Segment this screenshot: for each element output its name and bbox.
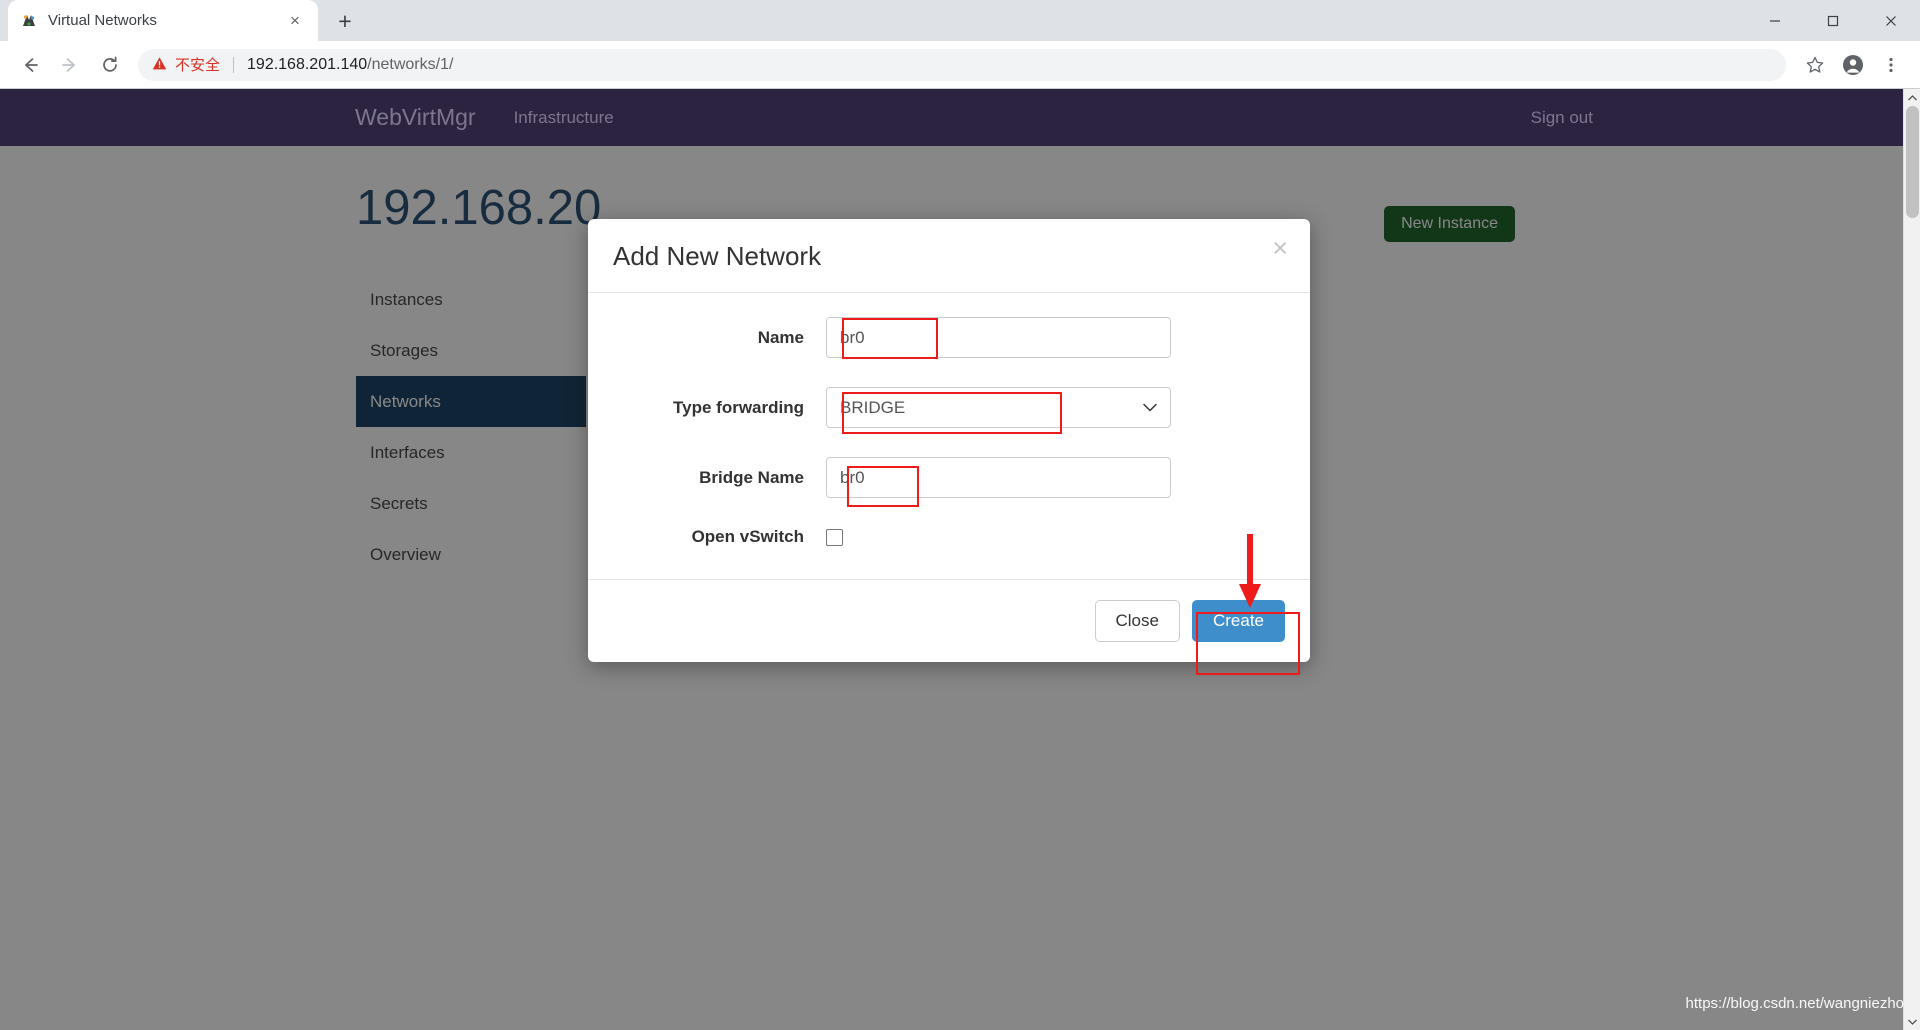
url-host: 192.168.201.140	[247, 55, 368, 73]
type-forwarding-select[interactable]: BRIDGE	[826, 387, 1171, 428]
app-navbar: WebVirtMgr Infrastructure Sign out	[0, 89, 1903, 146]
type-forwarding-select-wrapper: BRIDGE	[826, 387, 1171, 428]
reload-icon[interactable]	[92, 47, 128, 83]
page-viewport: WebVirtMgr Infrastructure Sign out 192.1…	[0, 89, 1920, 1030]
profile-avatar-icon[interactable]	[1836, 48, 1870, 82]
window-controls	[1746, 0, 1920, 41]
three-dot-menu-icon[interactable]	[1874, 48, 1908, 82]
tab-title: Virtual Networks	[48, 12, 157, 29]
brand-logo[interactable]: WebVirtMgr	[355, 104, 476, 131]
modal-title: Add New Network	[613, 241, 822, 271]
warning-triangle-icon	[152, 56, 167, 73]
close-icon[interactable]: ×	[1272, 235, 1288, 262]
browser-chrome: Virtual Networks × + 不安全 192.168.201.140…	[0, 0, 1920, 89]
close-button[interactable]: Close	[1094, 600, 1180, 643]
open-vswitch-label: Open vSwitch	[691, 527, 804, 546]
modal-body: Name Type forwarding BRIDGE Bridge Name	[588, 293, 1310, 579]
minimize-icon[interactable]	[1746, 0, 1804, 41]
sign-out-link[interactable]: Sign out	[1531, 108, 1593, 128]
new-tab-button[interactable]: +	[328, 4, 362, 38]
security-warning-label: 不安全	[175, 57, 221, 74]
tab-strip: Virtual Networks × +	[0, 0, 1920, 41]
modal-footer: Close Create	[588, 579, 1310, 662]
form-row-type-forwarding: Type forwarding BRIDGE	[613, 387, 1285, 428]
browser-tab[interactable]: Virtual Networks ×	[8, 0, 318, 41]
form-row-bridge-name: Bridge Name	[613, 457, 1285, 498]
vertical-scrollbar[interactable]	[1903, 89, 1920, 1030]
close-icon[interactable]	[1862, 0, 1920, 41]
star-icon[interactable]	[1798, 48, 1832, 82]
name-input[interactable]	[826, 317, 1171, 358]
bridge-name-label: Bridge Name	[699, 467, 804, 487]
form-row-open-vswitch: Open vSwitch	[613, 527, 1285, 547]
name-label: Name	[757, 327, 804, 347]
close-icon[interactable]: ×	[284, 10, 306, 32]
scroll-up-icon[interactable]	[1904, 89, 1920, 106]
url-path: /networks/1/	[367, 55, 454, 73]
url-text: 192.168.201.140/networks/1/	[247, 56, 453, 74]
nav-link-infrastructure[interactable]: Infrastructure	[514, 108, 614, 128]
forward-arrow-icon[interactable]	[52, 47, 88, 83]
back-arrow-icon[interactable]	[12, 47, 48, 83]
browser-toolbar: 不安全 192.168.201.140/networks/1/	[0, 41, 1920, 89]
add-network-modal: Add New Network × Name Type forwarding B…	[588, 219, 1310, 663]
create-button[interactable]: Create	[1191, 600, 1285, 643]
modal-header: Add New Network ×	[588, 219, 1310, 293]
omnibox-divider	[233, 56, 235, 73]
maximize-icon[interactable]	[1804, 0, 1862, 41]
webvirtmgr-favicon	[20, 12, 38, 30]
form-row-name: Name	[613, 317, 1285, 358]
bridge-name-input[interactable]	[826, 457, 1171, 498]
scrollbar-thumb[interactable]	[1906, 106, 1919, 218]
scroll-down-icon[interactable]	[1904, 1013, 1920, 1030]
open-vswitch-checkbox[interactable]	[826, 528, 843, 546]
address-bar[interactable]: 不安全 192.168.201.140/networks/1/	[138, 48, 1786, 81]
type-forwarding-label: Type forwarding	[673, 397, 804, 417]
watermark-text: https://blog.csdn.net/wangniezho	[1685, 995, 1904, 1012]
